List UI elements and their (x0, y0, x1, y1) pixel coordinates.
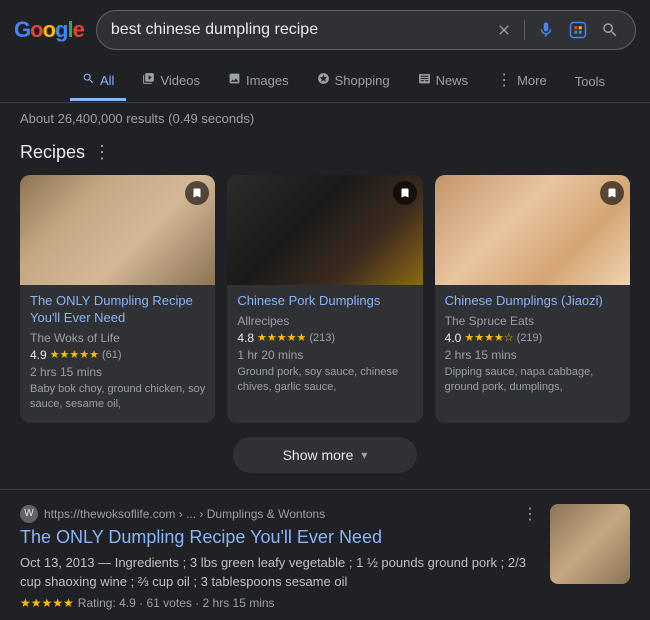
recipe-card-2-source: Allrecipes (237, 314, 412, 328)
recipe-card-2-image (227, 175, 422, 285)
images-tab-icon (228, 72, 241, 88)
recipes-options-button[interactable]: ⋮ (93, 142, 111, 163)
recipes-header: Recipes ⋮ (20, 142, 630, 163)
search-input[interactable] (111, 21, 486, 39)
recipe-card-3-body: Chinese Dumplings (Jiaozi) The Spruce Ea… (435, 285, 630, 406)
recipe-card-2-time: 1 hr 20 mins (237, 348, 412, 362)
search-bar (96, 10, 636, 50)
organic-content-1: W https://thewoksoflife.com › ... › Dump… (20, 504, 538, 610)
recipe-card-1-rating: 4.9 ★★★★★ (61) (30, 348, 205, 362)
organic-url: https://thewoksoflife.com › ... › Dumpli… (44, 507, 325, 521)
search-divider (524, 20, 525, 40)
search-submit-icon (601, 21, 619, 39)
recipe-card-2-title: Chinese Pork Dumplings (237, 293, 412, 310)
organic-result-title[interactable]: The ONLY Dumpling Recipe You'll Ever Nee… (20, 526, 538, 549)
tab-videos[interactable]: Videos (130, 62, 212, 101)
recipe-card-2-body: Chinese Pork Dumplings Allrecipes 4.8 ★★… (227, 285, 422, 406)
organic-url-line: W https://thewoksoflife.com › ... › Dump… (20, 504, 538, 524)
lens-button[interactable] (567, 19, 589, 41)
clear-button[interactable] (494, 20, 514, 40)
bookmark-icon-2[interactable] (393, 181, 417, 205)
recipes-section: Recipes ⋮ The ONLY Dumpling Recipe You'l… (0, 134, 650, 489)
organic-menu-button[interactable]: ⋮ (522, 504, 538, 524)
recipe-card-3-ingredients: Dipping sauce, napa cabbage, ground pork… (445, 365, 620, 396)
google-logo: Google (14, 17, 84, 43)
all-tab-icon (82, 72, 95, 88)
organic-thumbnail (550, 504, 630, 584)
clear-icon (496, 22, 512, 38)
recipes-title: Recipes (20, 142, 85, 163)
organic-snippet: Oct 13, 2013 — Ingredients ; 3 lbs green… (20, 553, 538, 592)
recipe-card-1-ingredients: Baby bok choy, ground chicken, soy sauce… (30, 382, 205, 413)
tab-shopping[interactable]: Shopping (305, 62, 402, 101)
chevron-down-icon: ▾ (361, 448, 367, 462)
organic-stars: ★★★★★ (20, 596, 74, 610)
recipe-cards: The ONLY Dumpling Recipe You'll Ever Nee… (20, 175, 630, 423)
news-tab-icon (418, 72, 431, 88)
more-tab-icon: ⋮ (496, 70, 512, 90)
site-favicon: W (20, 505, 38, 523)
recipe-card-1-body: The ONLY Dumpling Recipe You'll Ever Nee… (20, 285, 215, 423)
recipe-card-2-rating: 4.8 ★★★★★ (213) (237, 331, 412, 345)
show-more-button[interactable]: Show more ▾ (233, 437, 418, 473)
show-more-container: Show more ▾ (40, 437, 610, 473)
tools-button[interactable]: Tools (563, 64, 617, 99)
recipe-card-3-rating: 4.0 ★★★★☆ (219) (445, 331, 620, 345)
organic-result-1: W https://thewoksoflife.com › ... › Dump… (0, 489, 650, 620)
recipe-card-1-source: The Woks of Life (30, 331, 205, 345)
nav-tabs: All Videos Images Shopping News ⋮ More T… (0, 60, 650, 103)
lens-icon (569, 21, 587, 39)
recipe-card-1-image (20, 175, 215, 285)
recipe-card-1-title: The ONLY Dumpling Recipe You'll Ever Nee… (30, 293, 205, 327)
recipe-card-2-ingredients: Ground pork, soy sauce, chinese chives, … (237, 365, 412, 396)
recipe-card-3-image (435, 175, 630, 285)
recipe-card-3[interactable]: Chinese Dumplings (Jiaozi) The Spruce Ea… (435, 175, 630, 423)
tab-more[interactable]: ⋮ More (484, 60, 559, 103)
videos-tab-icon (142, 72, 155, 88)
recipe-card-1[interactable]: The ONLY Dumpling Recipe You'll Ever Nee… (20, 175, 215, 423)
organic-rating: ★★★★★ Rating: 4.9 · 61 votes · 2 hrs 15 … (20, 596, 538, 610)
bookmark-icon-3[interactable] (600, 181, 624, 205)
mic-icon (537, 21, 555, 39)
tab-images[interactable]: Images (216, 62, 301, 101)
mic-button[interactable] (535, 19, 557, 41)
tab-all[interactable]: All (70, 62, 126, 101)
search-icons (494, 19, 621, 41)
results-info: About 26,400,000 results (0.49 seconds) (0, 103, 650, 134)
shopping-tab-icon (317, 72, 330, 88)
recipe-card-3-time: 2 hrs 15 mins (445, 348, 620, 362)
recipe-card-1-time: 2 hrs 15 mins (30, 365, 205, 379)
tab-news[interactable]: News (406, 62, 481, 101)
recipe-card-3-title: Chinese Dumplings (Jiaozi) (445, 293, 620, 310)
recipe-card-2[interactable]: Chinese Pork Dumplings Allrecipes 4.8 ★★… (227, 175, 422, 423)
search-submit-button[interactable] (599, 19, 621, 41)
bookmark-icon-1[interactable] (185, 181, 209, 205)
header: Google (0, 0, 650, 60)
recipe-card-3-source: The Spruce Eats (445, 314, 620, 328)
